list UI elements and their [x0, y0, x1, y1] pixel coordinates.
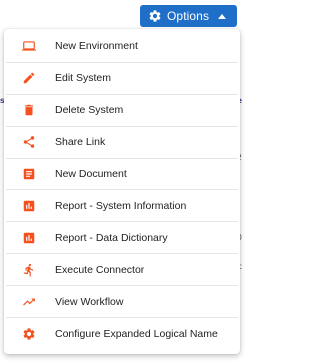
menu-item-view-workflow[interactable]: View Workflow — [6, 286, 238, 319]
menu-item-configure-expanded-logical-name[interactable]: Configure Expanded Logical Name — [6, 318, 238, 350]
caret-up-icon — [218, 13, 227, 19]
menu-item-label: Edit System — [55, 72, 112, 85]
menu-item-new-document[interactable]: New Document — [6, 159, 238, 191]
options-label: Options — [167, 9, 210, 23]
options-button[interactable]: Options — [140, 5, 237, 27]
menu-item-label: New Environment — [55, 40, 138, 53]
menu-item-label: Configure Expanded Logical Name — [55, 327, 218, 340]
menu-item-edit-system[interactable]: Edit System — [6, 63, 238, 95]
menu-item-execute-connector[interactable]: Execute Connector — [6, 254, 238, 287]
menu-item-new-environment[interactable]: New Environment — [6, 31, 238, 63]
page: s ▸ e 2 0 c Options New Environment — [0, 0, 242, 362]
trash-icon — [22, 103, 36, 117]
menu-item-label: Execute Connector — [55, 263, 145, 276]
document-icon — [22, 167, 36, 181]
menu-item-delete-system[interactable]: Delete System — [6, 95, 238, 127]
menu-item-label: Share Link — [55, 136, 106, 149]
bar-chart-icon — [22, 231, 36, 245]
trending-up-icon — [22, 295, 36, 309]
menu-item-share-link[interactable]: Share Link — [6, 127, 238, 159]
menu-item-label: New Document — [55, 168, 127, 180]
pencil-icon — [22, 71, 36, 85]
bar-chart-icon — [22, 199, 36, 213]
running-person-icon — [22, 263, 36, 277]
menu-item-label: Report - Data Dictionary — [55, 231, 168, 244]
menu-item-label: Delete System — [55, 104, 124, 117]
menu-item-report-system-information[interactable]: Report - System Information — [6, 190, 238, 223]
menu-item-report-data-dictionary[interactable]: Report - Data Dictionary — [6, 222, 238, 255]
gear-icon — [22, 327, 36, 341]
menu-item-label: View Workflow — [55, 295, 124, 308]
share-icon — [22, 135, 36, 149]
options-dropdown-menu: New Environment Edit System Delete Syste… — [4, 29, 240, 354]
menu-item-label: Report - System Information — [55, 199, 187, 212]
laptop-icon — [22, 39, 36, 53]
gear-icon — [148, 9, 162, 23]
